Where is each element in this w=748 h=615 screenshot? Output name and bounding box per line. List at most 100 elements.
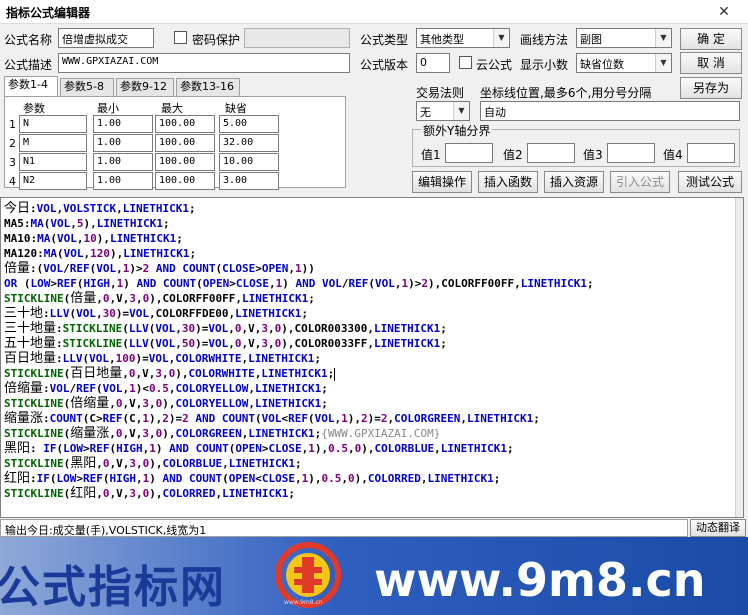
code-token: MA120: [4,247,44,260]
tab-params-9-12[interactable]: 参数9-12 [116,78,174,96]
code-line[interactable]: 百日地量:LLV(VOL,100)=VOL,COLORWHITE,LINETHI… [4,351,594,366]
code-token: LINETHICK1 [254,397,322,410]
code-token: STICKLINE [62,337,123,350]
code-token: ( [17,277,31,290]
param-min-input[interactable]: 1.00 [93,172,153,190]
code-line[interactable]: 黑阳: IF(LOW>REF(HIGH,1) AND COUNT(OPEN>CL… [4,441,594,456]
code-token: : [30,442,44,455]
param-max-input[interactable]: 100.00 [155,172,215,190]
param-min-input[interactable]: 1.00 [93,134,153,152]
dynamic-translate-button[interactable]: 动态翻译 [690,519,746,537]
code-token: 1 [129,382,136,395]
code-text[interactable]: 今日:VOL,VOLSTICK,LINETHICK1; MA5:MA(VOL,5)… [4,201,594,501]
password-input[interactable] [244,28,350,48]
formula-desc-input[interactable]: WWW.GPXIAZAI.COM [58,53,350,73]
code-token: ), [83,217,97,230]
code-token: HIGH [83,277,111,290]
code-line[interactable]: STICKLINE(百日地量,0,V,3,0),COLORWHITE,LINET… [4,366,594,381]
code-token: )> [408,277,422,290]
param-min-input[interactable]: 1.00 [93,153,153,171]
code-token: 5 [76,217,84,230]
insert-function-button[interactable]: 插入函数 [478,171,538,193]
cloud-formula-checkbox[interactable] [459,56,472,69]
code-line[interactable]: STICKLINE(黑阳,0,V,3,0),COLORBLUE,LINETHIC… [4,456,594,471]
param-default-input[interactable]: 5.00 [219,115,279,133]
chevron-down-icon[interactable]: ▼ [493,29,509,47]
code-line[interactable]: STICKLINE(缩量涨,0,V,3,0),COLORGREEN,LINETH… [4,426,594,441]
code-line[interactable]: MA5:MA(VOL,5),LINETHICK1; [4,216,594,231]
param-default-input[interactable]: 10.00 [219,153,279,171]
insert-resource-button[interactable]: 插入资源 [544,171,604,193]
code-line[interactable]: 红阳:IF(LOW>REF(HIGH,1) AND COUNT(OPEN<CLO… [4,471,594,486]
code-token: STICKLINE [62,322,123,335]
code-line[interactable]: MA10:MA(VOL,10),LINETHICK1; [4,231,594,246]
y-value-2-input[interactable] [527,143,575,163]
code-token: )= [135,352,149,365]
y-value-1-input[interactable] [445,143,493,163]
tab-params-1-4[interactable]: 参数1-4 [4,76,58,96]
code-line[interactable]: 倍量:(VOL/REF(VOL,1)>2 AND COUNT(CLOSE>OPE… [4,261,594,276]
code-line[interactable]: 三十地量:STICKLINE(LLV(VOL,30)=VOL,0,V,3,0),… [4,321,594,336]
code-token: COUNT [189,472,223,485]
code-line[interactable]: 倍缩量:VOL/REF(VOL,1)<0.5,COLORYELLOW,LINET… [4,381,594,396]
param-name-input[interactable]: N2 [19,172,87,190]
code-token: / [341,277,349,290]
formula-version-input[interactable]: 0 [416,53,450,73]
code-token: STICKLINE [4,397,64,410]
y-value-4-input[interactable] [687,143,735,163]
code-token: ( [122,322,129,335]
param-min-input[interactable]: 1.00 [93,115,153,133]
formula-type-select[interactable]: 其他类型 ▼ [416,28,510,48]
code-token: ,V, [109,457,130,470]
code-token: VOL [43,262,64,275]
param-max-input[interactable]: 100.00 [155,153,215,171]
param-default-input[interactable]: 32.00 [219,134,279,152]
edit-ops-button[interactable]: 编辑操作 [412,171,472,193]
param-max-input[interactable]: 100.00 [155,134,215,152]
code-line[interactable]: STICKLINE(倍量,0,V,3,0),COLORFF00FF,LINETH… [4,291,594,306]
code-token: 0 [102,487,110,500]
save-as-button[interactable]: 另存为 [680,77,742,99]
test-formula-button[interactable]: 测试公式 [678,171,742,193]
cancel-button[interactable]: 取 消 [680,52,742,74]
code-token: 3 [129,487,136,500]
param-name-input[interactable]: N1 [19,153,87,171]
ok-button[interactable]: 确 定 [680,28,742,50]
code-line[interactable]: MA120:MA(VOL,120),LINETHICK1; [4,246,594,261]
code-token: ), [149,457,163,470]
editor-scrollbar[interactable] [735,198,743,517]
import-formula-button[interactable]: 引入公式 [610,171,670,193]
chevron-down-icon[interactable]: ▼ [453,102,469,120]
tab-params-13-16[interactable]: 参数13-16 [176,78,240,96]
trade-rule-select[interactable]: 无 ▼ [416,101,470,121]
formula-name-input[interactable]: 倍增虚拟成交 [58,28,154,48]
draw-method-select[interactable]: 副图 ▼ [576,28,672,48]
code-token: LINETHICK1 [248,427,315,440]
code-line[interactable]: STICKLINE(红阳,0,V,3,0),COLORRED,LINETHICK… [4,486,594,501]
code-line[interactable]: OR (LOW>REF(HIGH,1) AND COUNT(OPEN>CLOSE… [4,276,594,291]
formula-code-editor[interactable]: 今日:VOL,VOLSTICK,LINETHICK1; MA5:MA(VOL,5)… [0,197,744,518]
param-name-input[interactable]: N [19,115,87,133]
close-icon[interactable]: ✕ [714,2,734,22]
code-token: 倍量 [70,291,97,306]
chevron-down-icon[interactable]: ▼ [655,29,671,47]
param-max-input[interactable]: 100.00 [155,115,215,133]
coord-line-input[interactable]: 自动 [480,101,740,121]
tab-params-5-8[interactable]: 参数5-8 [60,78,114,96]
code-line[interactable]: STICKLINE(倍缩量,0,V,3,0),COLORYELLOW,LINET… [4,396,594,411]
param-name-input[interactable]: M [19,134,87,152]
decimals-select[interactable]: 缺省位数 ▼ [576,53,672,73]
code-token: LOW [56,472,77,485]
code-line[interactable]: 今日:VOL,VOLSTICK,LINETHICK1; [4,201,594,216]
param-default-input[interactable]: 3.00 [219,172,279,190]
code-line[interactable]: 缩量涨:COUNT(C>REF(C,1),2)=2 AND COUNT(VOL<… [4,411,594,426]
chevron-down-icon[interactable]: ▼ [655,54,671,72]
code-token: : [43,307,50,320]
code-line[interactable]: 三十地:LLV(VOL,30)=VOL,COLORFFDE00,LINETHIC… [4,306,594,321]
password-checkbox[interactable] [174,31,187,44]
y-value-3-input[interactable] [607,143,655,163]
code-line[interactable]: 五十地量:STICKLINE(LLV(VOL,50)=VOL,0,V,3,0),… [4,336,594,351]
code-token: VOLSTICK [63,202,117,215]
code-token: 120 [90,247,110,260]
